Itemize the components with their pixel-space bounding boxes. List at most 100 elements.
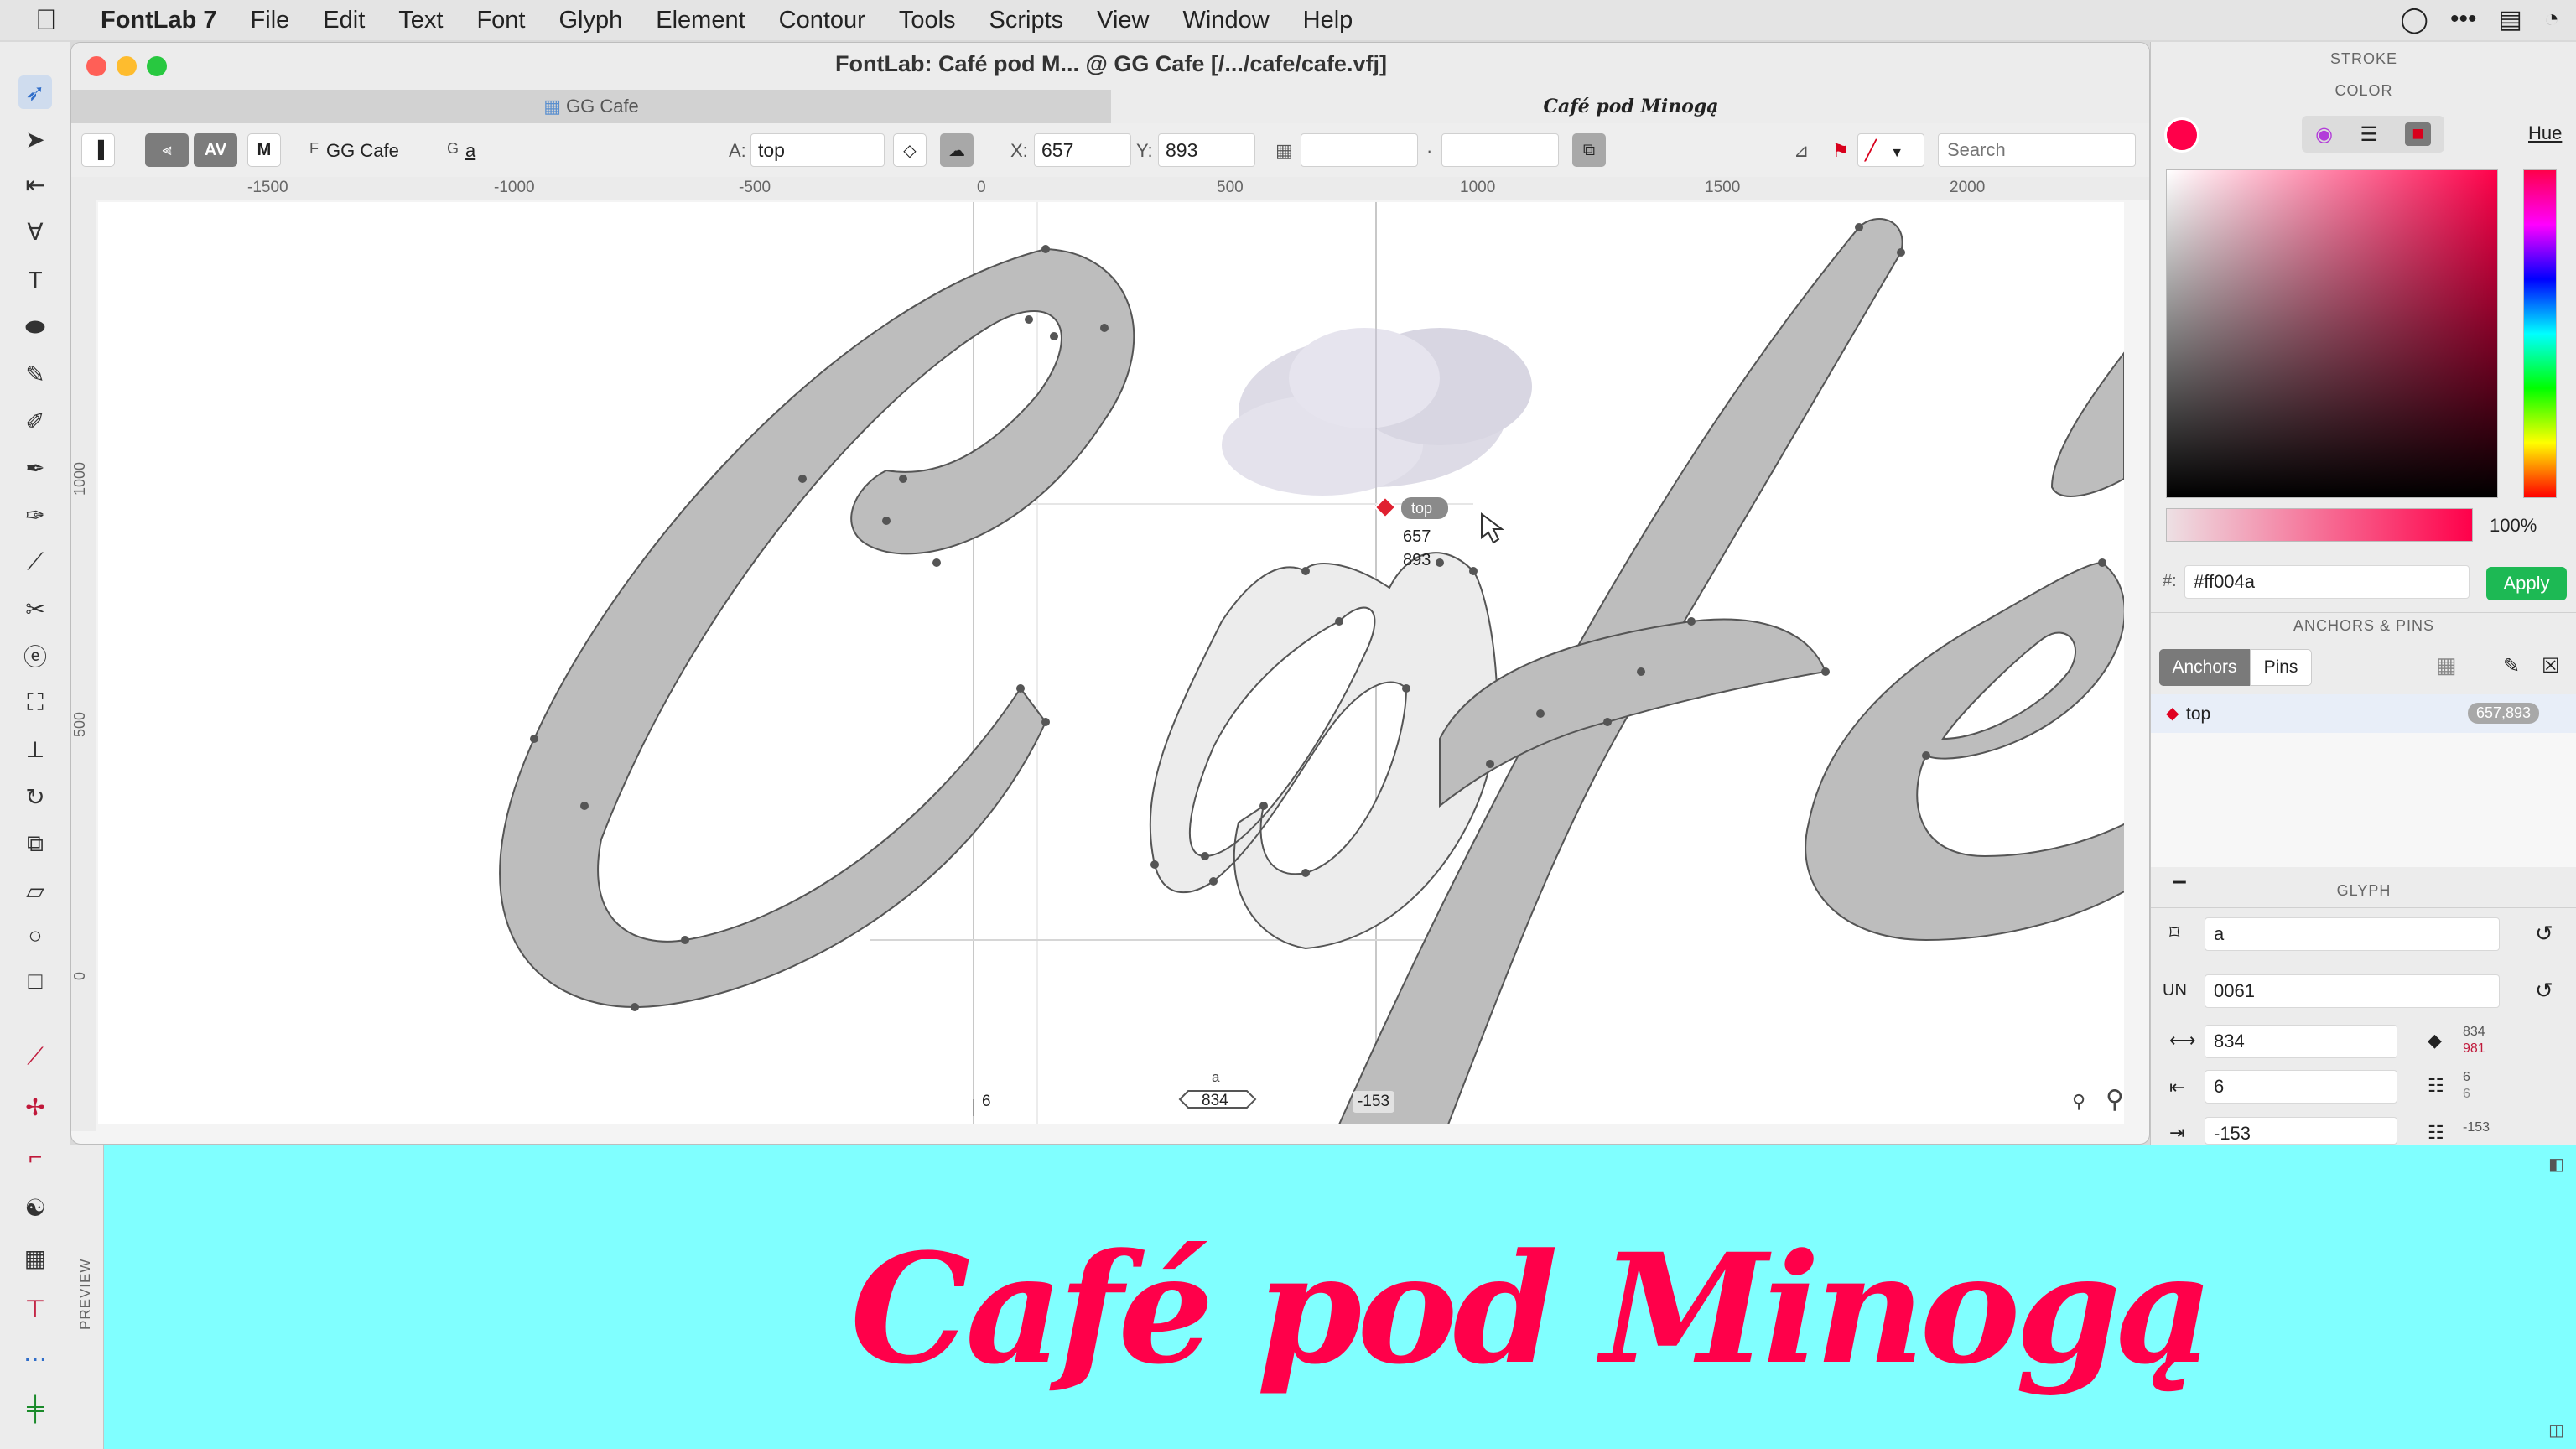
zoom-in-icon[interactable]: ⚲	[2106, 1085, 2124, 1114]
more-icon[interactable]: •••	[2450, 5, 2477, 34]
corner-icon[interactable]: ⌐	[18, 1140, 52, 1174]
metrics-lsb[interactable]: 6	[982, 1093, 991, 1111]
ruler-tool-icon[interactable]: ⟂	[18, 733, 52, 766]
dotted-guide-icon[interactable]: ⋯	[18, 1342, 52, 1375]
reset-name-icon[interactable]: ↺	[2535, 921, 2553, 947]
menu-tools[interactable]: Tools	[899, 7, 956, 34]
menu-view[interactable]: View	[1097, 7, 1149, 34]
menu-file[interactable]: File	[251, 7, 290, 34]
clock-icon[interactable]: ◔	[2544, 5, 2559, 34]
list-item[interactable]: ◆ top 657,893	[2151, 694, 2576, 733]
zoom-out-icon[interactable]: ⚲	[2072, 1092, 2085, 1113]
apply-button[interactable]: Apply	[2486, 567, 2567, 600]
metrics-tool-icon[interactable]: ⇤	[18, 168, 52, 201]
diamond-icon[interactable]: ◇	[893, 133, 927, 167]
tab-text[interactable]: Café pod Minogą	[1111, 90, 2149, 123]
sidebar-toggle-icon[interactable]: ▐	[81, 133, 115, 167]
grid-view-icon[interactable]: ▦	[2436, 652, 2457, 678]
saturation-brightness-picker[interactable]	[2166, 169, 2498, 498]
mark-color-select[interactable]: ╱ ▼	[1857, 133, 1924, 167]
flag-icon[interactable]: ⚑	[1832, 140, 1849, 162]
power-brush-icon[interactable]: ⟋	[18, 545, 52, 579]
cast-icon[interactable]: ⊿	[1794, 140, 1809, 162]
x-field[interactable]: 657	[1034, 133, 1131, 167]
menu-edit[interactable]: Edit	[323, 7, 365, 34]
menu-element[interactable]: Element	[656, 7, 745, 34]
glyph-c-outline[interactable]	[499, 247, 1135, 1009]
hint-icon[interactable]: ╪	[18, 1392, 52, 1426]
swatch-picker-icon[interactable]: ■	[2405, 122, 2431, 146]
width-input[interactable]: 834	[2205, 1025, 2397, 1058]
rsb-input[interactable]: -153	[2205, 1117, 2397, 1145]
reset-unicode-icon[interactable]: ↺	[2535, 978, 2553, 1004]
status-icon-a[interactable]: ◯	[2400, 5, 2428, 34]
control-center-icon[interactable]: ▤	[2499, 5, 2522, 34]
transform-field-2[interactable]	[1441, 133, 1559, 167]
menu-contour[interactable]: Contour	[779, 7, 865, 34]
search-input[interactable]	[1938, 133, 2136, 167]
metrics-rsb[interactable]: -153	[1353, 1091, 1395, 1113]
preview-expand-icon[interactable]: ◧	[2548, 1154, 2564, 1175]
layers-icon[interactable]: ⧉	[1572, 133, 1606, 167]
unicode-input[interactable]: 0061	[2205, 974, 2500, 1008]
preview-settings-icon[interactable]: ◫	[2548, 1420, 2564, 1441]
menu-help[interactable]: Help	[1303, 7, 1353, 34]
list-icon[interactable]: ☰	[2360, 122, 2378, 147]
fill-tool-icon[interactable]: ⛶	[18, 686, 52, 719]
opacity-value[interactable]: 100%	[2490, 515, 2537, 537]
cloud-icon[interactable]: ☁	[940, 133, 974, 167]
preview-text[interactable]: Café pod Minogą	[850, 1221, 2214, 1398]
lsb-input[interactable]: 6	[2205, 1070, 2397, 1104]
kerning-tool-icon[interactable]: Ɐ	[18, 215, 52, 248]
slant-tool-icon[interactable]: ▱	[18, 874, 52, 907]
anchor-diamond-icon[interactable]	[1374, 496, 1397, 519]
opacity-slider[interactable]	[2166, 508, 2473, 542]
y-field[interactable]: 893	[1158, 133, 1255, 167]
grid-icon[interactable]: ▦	[18, 1241, 52, 1275]
guide-icon[interactable]: ⊤	[18, 1291, 52, 1325]
calculator-icon[interactable]: ▦	[1275, 140, 1293, 162]
menu-font[interactable]: Font	[476, 7, 525, 34]
cursor-brush-icon[interactable]: ✢	[18, 1090, 52, 1124]
menu-scripts[interactable]: Scripts	[989, 7, 1064, 34]
scale-tool-icon[interactable]: ⧉	[18, 827, 52, 860]
contour-select-tool-icon[interactable]: ➶	[18, 75, 52, 109]
font-name[interactable]: GG Cafe	[326, 140, 399, 162]
glyph-next-outline[interactable]	[2050, 351, 2124, 497]
element-select-tool-icon[interactable]: ➤	[18, 122, 52, 156]
kerning-mode-button[interactable]: AV	[194, 133, 237, 167]
yin-yang-icon[interactable]: ☯	[18, 1191, 52, 1224]
tab-anchors[interactable]: Anchors	[2159, 649, 2250, 686]
menu-window[interactable]: Window	[1183, 7, 1270, 34]
glyph-name[interactable]: a	[465, 140, 475, 162]
rapid-tool-icon[interactable]: ✑	[18, 498, 52, 532]
hex-input[interactable]: #ff004a	[2184, 565, 2470, 599]
menu-glyph[interactable]: Glyph	[558, 7, 622, 34]
glyph-name-input[interactable]: a	[2205, 917, 2500, 951]
menu-text[interactable]: Text	[398, 7, 443, 34]
stroke-brush-icon[interactable]: ⟋	[18, 1040, 52, 1073]
eraser-tool-icon[interactable]: ⬬	[18, 310, 52, 344]
tab-pins[interactable]: Pins	[2250, 649, 2312, 686]
glyph-f-crossbar[interactable]	[1439, 618, 1827, 808]
metrics-advance[interactable]: 834	[1202, 1092, 1228, 1110]
glyph-canvas[interactable]: ⚲ ⚲ top 657 893 a 6 834 -153	[98, 202, 2124, 1124]
delete-icon[interactable]: ☒	[2542, 654, 2560, 678]
pen-tool-icon[interactable]: ✒	[18, 451, 52, 485]
spiral-tool-icon[interactable]: ⓔ	[18, 639, 52, 673]
transform-field-1[interactable]	[1301, 133, 1418, 167]
hue-dropdown[interactable]: Hue	[2528, 122, 2562, 144]
menu-app[interactable]: FontLab 7	[101, 7, 217, 34]
brush-tool-icon[interactable]: ✎	[18, 357, 52, 391]
edit-icon[interactable]: ✎	[2503, 654, 2520, 678]
master-icon[interactable]: M	[247, 133, 281, 167]
rectangle-tool-icon[interactable]: □	[18, 964, 52, 998]
text-tool-icon[interactable]: T	[18, 263, 52, 297]
knife-tool-icon[interactable]: ✂	[18, 592, 52, 626]
glyph-e-outline[interactable]	[1805, 561, 2124, 942]
metrics-mode-button[interactable]: ⫷	[145, 133, 189, 167]
color-swatch[interactable]	[2164, 117, 2199, 153]
apple-icon[interactable]: 	[35, 4, 69, 37]
anchor-name-field[interactable]: top	[750, 133, 885, 167]
ellipse-tool-icon[interactable]: ○	[18, 919, 52, 953]
